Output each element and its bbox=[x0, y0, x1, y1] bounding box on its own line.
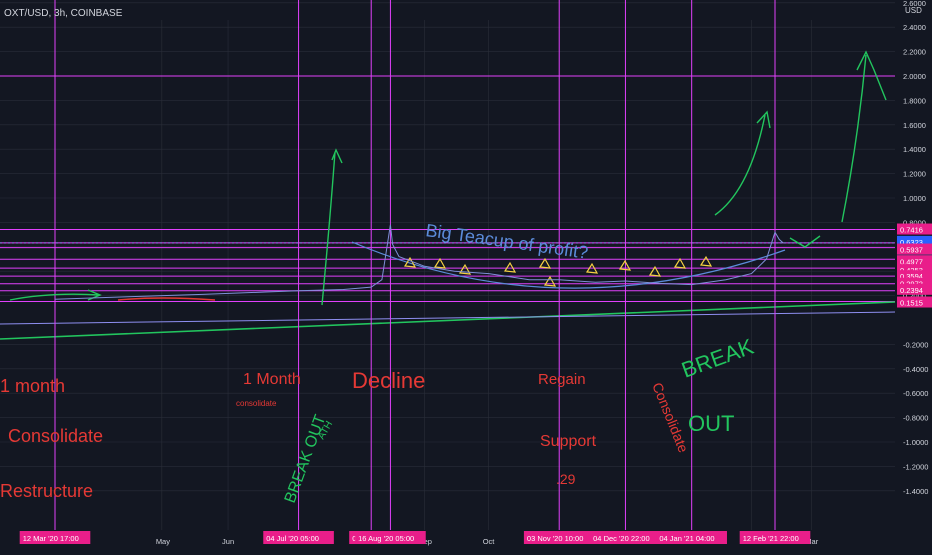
y-tick-label: -1.2000 bbox=[903, 462, 928, 471]
annotation-text: consolidate bbox=[236, 399, 277, 408]
annotation-text: Consolidate bbox=[8, 426, 103, 446]
date-box-label: 04 Jul '20 05:00 bbox=[266, 534, 319, 543]
date-box-label: 12 Feb '21 22:00 bbox=[743, 534, 799, 543]
price-box-label: 0.1515 bbox=[900, 299, 923, 308]
y-tick-label: 1.8000 bbox=[903, 96, 926, 105]
y-tick-label: -1.4000 bbox=[903, 487, 928, 496]
date-box-label: 12 Mar '20 17:00 bbox=[23, 534, 79, 543]
x-tick-label: Jun bbox=[222, 537, 234, 546]
x-tick-label: Oct bbox=[483, 537, 496, 546]
annotation-text: Regain bbox=[538, 371, 586, 388]
date-box-label: 16 Aug '20 05:00 bbox=[358, 534, 414, 543]
price-box-label: 0.2394 bbox=[900, 286, 923, 295]
y-tick-label: 2.4000 bbox=[903, 23, 926, 32]
y-tick-label: 1.0000 bbox=[903, 194, 926, 203]
y-tick-label: -1.0000 bbox=[903, 438, 928, 447]
chart-window: 2.6000 2.4000 2.2000 2.0000 1.8000 1.6000 1.40… bbox=[0, 0, 932, 550]
price-box-label: 0.5937 bbox=[900, 246, 923, 255]
y-tick-label: 2.2000 bbox=[903, 48, 926, 57]
chart-background bbox=[0, 0, 932, 550]
symbol-title: OXT/USD, 3h, COINBASE bbox=[4, 8, 123, 19]
annotation-text: Support bbox=[540, 433, 597, 450]
date-box-label: 03 Nov '20 10:00 bbox=[527, 534, 583, 543]
x-tick-label: May bbox=[156, 537, 170, 546]
annotation-text: .29 bbox=[556, 471, 576, 487]
annotation-text: Restructure bbox=[0, 481, 93, 501]
annotation-text: OUT bbox=[688, 411, 734, 436]
y-tick-label: -0.2000 bbox=[903, 340, 928, 349]
y-tick-label: 1.2000 bbox=[903, 170, 926, 179]
annotation-text: 1 month bbox=[0, 376, 65, 396]
date-box-label: 04 Dec '20 22:00 bbox=[593, 534, 649, 543]
y-tick-label: 1.4000 bbox=[903, 145, 926, 154]
y-tick-label: 2.0000 bbox=[903, 72, 926, 81]
annotation-text: Decline bbox=[352, 368, 425, 393]
price-chart[interactable]: 2.60002.40002.20002.00001.80001.60001.40… bbox=[0, 0, 932, 550]
annotation-text: 1 Month bbox=[243, 371, 301, 388]
currency-label: USD bbox=[905, 6, 922, 15]
y-tick-label: -0.6000 bbox=[903, 389, 928, 398]
y-tick-label: 1.6000 bbox=[903, 121, 926, 130]
y-tick-label: -0.4000 bbox=[903, 365, 928, 374]
date-box-label: 04 Jan '21 04:00 bbox=[659, 534, 714, 543]
price-box-label: 0.7416 bbox=[900, 226, 923, 235]
y-tick-label: -0.8000 bbox=[903, 414, 928, 423]
